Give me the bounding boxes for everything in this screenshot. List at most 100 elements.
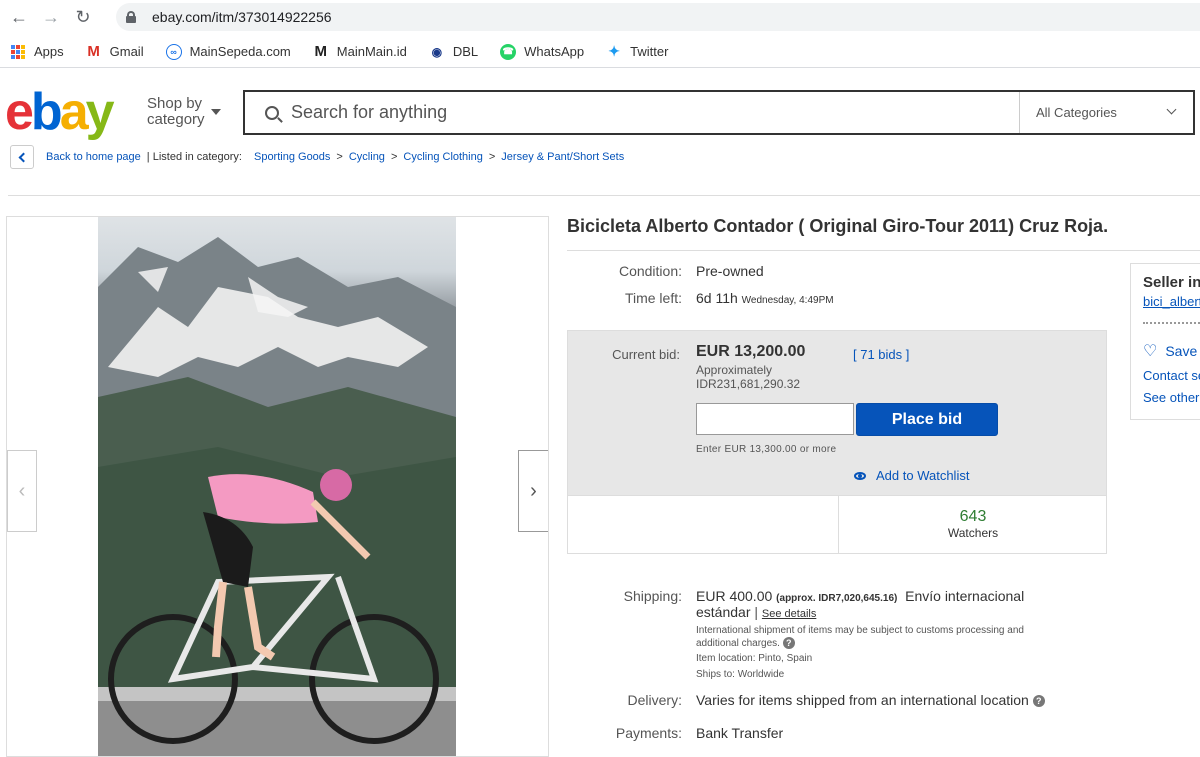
shipping-method-cont: estándar	[696, 604, 751, 620]
breadcrumb: Back to home page | Listed in category: …	[10, 145, 624, 169]
see-other-items-link[interactable]: See other items	[1143, 390, 1200, 405]
delivery-label: Delivery:	[627, 692, 682, 708]
lock-icon	[126, 11, 136, 23]
bookmark-label: Gmail	[109, 44, 144, 59]
forward-arrow-icon[interactable]: →	[38, 4, 64, 30]
chevron-left-icon	[18, 152, 29, 162]
see-details-link[interactable]: See details	[762, 608, 816, 620]
condition-value: Pre-owned	[696, 263, 764, 279]
payments-value: Bank Transfer	[696, 725, 784, 741]
shop-by-category-button[interactable]: Shop by category	[147, 96, 205, 128]
category-select[interactable]: All Categories	[1019, 92, 1193, 133]
caret-down-icon[interactable]	[211, 109, 221, 115]
bookmark-label: MainMain.id	[336, 44, 407, 59]
place-bid-button[interactable]: Place bid	[856, 403, 998, 436]
time-left-duration: 6d 11h	[696, 290, 738, 306]
bookmark-apps[interactable]: Apps	[10, 44, 64, 60]
delivery-value: Varies for items shipped from an interna…	[696, 692, 1045, 708]
bookmark-twitter[interactable]: ✦ Twitter	[606, 43, 669, 60]
bookmark-label: MainSepeda.com	[189, 44, 291, 59]
shipping-label: Shipping:	[623, 588, 682, 604]
current-bid-price: EUR 13,200.00	[696, 343, 806, 360]
bookmark-gmail[interactable]: M Gmail	[86, 43, 144, 60]
ships-to: Ships to: Worldwide	[696, 669, 785, 680]
breadcrumb-cycling-clothing[interactable]: Cycling Clothing	[403, 151, 482, 163]
bid-box: Current bid: EUR 13,200.00 Approximately…	[567, 330, 1107, 554]
address-url: ebay.com/itm/373014922256	[152, 9, 332, 25]
divider	[567, 250, 1200, 251]
payments-label: Payments:	[615, 725, 682, 741]
image-prev-button[interactable]: ‹	[7, 450, 37, 532]
chevron-down-icon	[1166, 104, 1177, 115]
search-bar: All Categories	[243, 90, 1195, 135]
breadcrumb-jersey-sets[interactable]: Jersey & Pant/Short Sets	[501, 151, 624, 163]
bookmark-dbl[interactable]: ◉ DBL	[429, 44, 479, 60]
breadcrumb-separator: >	[390, 151, 398, 163]
breadcrumb-cycling[interactable]: Cycling	[349, 151, 385, 163]
bookmark-mainsepeda[interactable]: ∞ MainSepeda.com	[165, 43, 291, 60]
time-left-label: Time left:	[624, 290, 682, 306]
time-left-value: 6d 11h Wednesday, 4:49PM	[696, 290, 834, 306]
shipping-approx: (approx. IDR7,020,645.16)	[776, 593, 898, 604]
divider	[838, 496, 839, 554]
intl-note-line2: additional charges.	[696, 638, 780, 649]
image-next-button[interactable]: ›	[518, 450, 548, 532]
category-select-value: All Categories	[1036, 105, 1117, 120]
breadcrumb-sporting-goods[interactable]: Sporting Goods	[254, 151, 330, 163]
add-to-watchlist-label: Add to Watchlist	[876, 468, 970, 483]
back-to-home-link[interactable]: Back to home page	[46, 151, 141, 163]
search-input[interactable]	[291, 102, 991, 123]
save-seller-link[interactable]: ♡ Save this seller	[1143, 341, 1200, 361]
back-arrow-icon[interactable]: ←	[6, 4, 32, 30]
shipping-method-line2: estándar | See details	[696, 604, 817, 620]
browser-toolbar: ← → ↻ ebay.com/itm/373014922256	[0, 0, 1200, 34]
whatsapp-icon: ☎	[500, 43, 517, 60]
shipping-price: EUR 400.00	[696, 588, 773, 604]
item-photo[interactable]	[98, 217, 456, 756]
min-bid-note: Enter EUR 13,300.00 or more	[696, 444, 837, 455]
bookmark-label: Apps	[34, 44, 64, 59]
apps-grid-icon	[10, 44, 26, 60]
bookmark-mainmain[interactable]: M MainMain.id	[313, 43, 407, 60]
save-seller-label: Save this seller	[1165, 343, 1200, 359]
chevron-right-icon: ›	[530, 479, 537, 502]
ebay-logo[interactable]: ebay	[5, 86, 115, 138]
seller-info-card: Seller information bici_alberto ♡ Save th…	[1130, 263, 1200, 420]
bid-history-link[interactable]: [ 71 bids ]	[853, 347, 909, 362]
bookmark-whatsapp[interactable]: ☎ WhatsApp	[500, 43, 584, 60]
address-bar[interactable]: ebay.com/itm/373014922256	[116, 3, 1200, 31]
watchers-label: Watchers	[947, 526, 999, 540]
add-to-watchlist-link[interactable]: Add to Watchlist	[854, 468, 969, 483]
delivery-text: Varies for items shipped from an interna…	[696, 692, 1029, 708]
seller-heading: Seller information	[1143, 274, 1200, 291]
divider	[1143, 322, 1200, 324]
condition-label: Condition:	[618, 263, 682, 279]
shipping-method: Envío internacional	[905, 588, 1025, 604]
item-location: Item location: Pinto, Spain	[696, 653, 813, 664]
watchers-count: 643	[959, 508, 987, 525]
heart-icon: ♡	[1143, 343, 1158, 360]
breadcrumb-separator: >	[336, 151, 343, 163]
contact-seller-link[interactable]: Contact seller	[1143, 368, 1200, 383]
intl-note-line1: International shipment of items may be s…	[696, 625, 1024, 636]
breadcrumb-separator: >	[488, 151, 496, 163]
item-title: Bicicleta Alberto Contador ( Original Gi…	[567, 216, 1109, 236]
divider	[8, 195, 1200, 196]
bookmarks-bar: Apps M Gmail ∞ MainSepeda.com M MainMain…	[0, 36, 1200, 68]
time-left-end: Wednesday, 4:49PM	[741, 295, 834, 306]
listed-in-label: | Listed in category:	[146, 151, 242, 163]
reload-icon[interactable]: ↻	[70, 4, 96, 30]
mainsepeda-icon: ∞	[165, 43, 182, 60]
shop-by-label: Shop by	[147, 95, 203, 112]
approx-price: Approximately IDR231,681,290.32	[696, 363, 800, 391]
help-icon[interactable]: ?	[782, 637, 795, 650]
back-home-button[interactable]	[10, 145, 34, 169]
twitter-icon: ✦	[608, 43, 620, 59]
seller-name-link[interactable]: bici_alberto	[1143, 294, 1200, 309]
intl-shipment-note: International shipment of items may be s…	[696, 624, 1024, 650]
help-icon[interactable]: ?	[1032, 695, 1045, 708]
bid-amount-input[interactable]	[696, 403, 854, 435]
chevron-left-icon: ‹	[18, 479, 26, 502]
bookmark-label: Twitter	[630, 44, 669, 59]
approx-value: IDR231,681,290.32	[696, 377, 801, 391]
